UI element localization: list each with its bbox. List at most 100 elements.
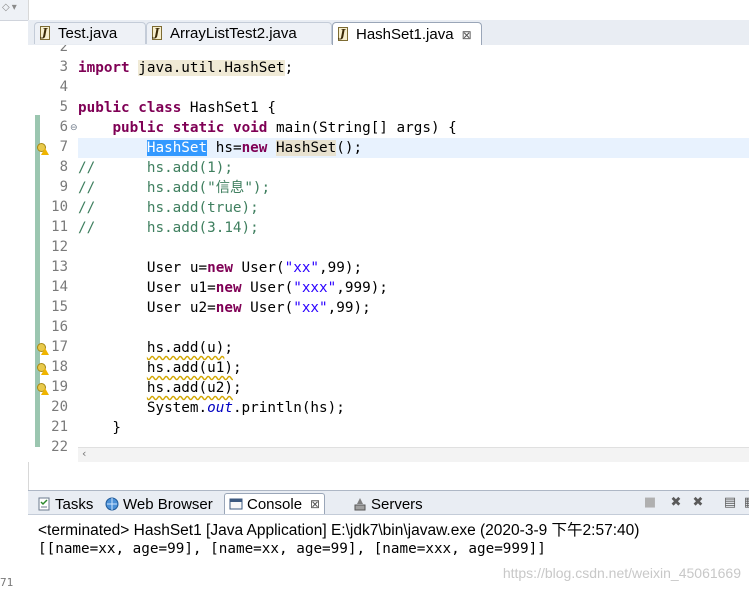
tab-label: Tasks (55, 495, 94, 513)
code-text: ,99); (319, 260, 363, 276)
tab-label: Servers (371, 495, 423, 513)
string-literal: "xx" (293, 300, 328, 316)
tab-servers[interactable]: Servers (348, 493, 428, 514)
line-number: 2 (59, 45, 68, 55)
close-icon[interactable]: ⊠ (462, 28, 472, 42)
tab-hashset1-java[interactable]: J HashSet1.java ⊠ (332, 22, 482, 46)
code-line: hs.add(u2); (78, 378, 749, 398)
fold-collapse-icon[interactable]: ⊖ (70, 123, 78, 133)
line-number: 6 (59, 119, 68, 135)
keyword: new (207, 260, 233, 276)
code-text: ; (284, 60, 294, 76)
code-line: } (78, 420, 122, 436)
console-output[interactable]: [[name=xx, age=99], [name=xx, age=99], [… (28, 539, 749, 589)
left-panel-line-number: 71 (0, 576, 14, 589)
clear-console-icon[interactable]: ▤ (722, 495, 738, 511)
warning-underlined-code: hs.add(u) (146, 340, 225, 356)
scroll-lock-icon[interactable]: ▦ (742, 495, 749, 511)
nav-arrows-icon[interactable]: ◇▾ (2, 2, 19, 13)
tab-label: HashSet1.java (356, 26, 454, 43)
terminate-icon[interactable]: ■ (642, 495, 658, 511)
code-text: ,999); (336, 280, 388, 296)
console-icon (229, 497, 243, 511)
import-package: java.util.HashSet (138, 60, 285, 76)
code-text: main(String[] args) { (267, 120, 457, 136)
warning-underlined-code: hs.add(u1) (146, 360, 233, 376)
tab-test-java[interactable]: J Test.java (34, 22, 146, 44)
comment-line: // hs.add(true); (78, 200, 259, 216)
string-literal: "xxx" (293, 280, 337, 296)
code-line: User u1=new User("xxx",999); (78, 278, 749, 298)
code-text: User( (241, 280, 294, 296)
warning-icon[interactable] (36, 363, 50, 376)
line-number: 20 (51, 399, 68, 415)
code-text: (); (336, 140, 363, 156)
code-text: System. (78, 400, 208, 416)
line-number: 5 (59, 99, 68, 115)
line-number: 14 (51, 279, 68, 295)
warning-icon[interactable] (36, 383, 50, 396)
code-text: hs= (207, 140, 242, 156)
code-line: System.out.println(hs); (78, 398, 749, 418)
line-number: 8 (59, 159, 68, 175)
warning-icon[interactable] (36, 343, 50, 356)
globe-icon (105, 497, 119, 511)
keyword: new (215, 300, 242, 316)
line-number: 7 (59, 139, 68, 155)
code-text: ,99); (327, 300, 371, 316)
tab-tasks[interactable]: Tasks (32, 493, 98, 514)
code-line: hs.add(u); (78, 338, 749, 358)
line-number-gutter: 2 3 4 5 6 ⊖ 7 8 9 10 11 12 13 14 15 16 1… (36, 45, 78, 462)
code-line: User u2=new User("xx",99); (78, 298, 749, 318)
tab-web-browser[interactable]: Web Browser (100, 493, 218, 514)
code-editor[interactable]: 2 3 4 5 6 ⊖ 7 8 9 10 11 12 13 14 15 16 1… (28, 45, 749, 462)
change-ruler (28, 45, 40, 462)
remove-all-launches-icon[interactable]: ✖ (690, 495, 706, 511)
tab-arraylisttest2-java[interactable]: J ArrayListTest2.java (146, 22, 332, 44)
line-number: 12 (51, 239, 68, 255)
java-file-icon: J (337, 26, 351, 43)
code-line-current: HashSet hs=new HashSet(); (78, 138, 749, 158)
line-number: 22 (51, 439, 68, 455)
line-number: 19 (51, 379, 68, 395)
keyword: static (172, 120, 225, 136)
remove-launch-icon[interactable]: ✖ (668, 495, 684, 511)
line-number: 18 (51, 359, 68, 375)
keyword: void (232, 120, 268, 136)
line-number: 9 (59, 179, 68, 195)
code-text: User u2= (78, 300, 216, 316)
scroll-left-icon[interactable]: ‹ (82, 447, 86, 460)
keyword: public (78, 100, 130, 116)
horizontal-scrollbar[interactable]: ‹ (78, 447, 749, 462)
keyword: new (241, 140, 268, 156)
line-number: 17 (51, 339, 68, 355)
servers-icon (353, 497, 367, 511)
tab-label: Console (247, 495, 303, 513)
console-process-label: <terminated> HashSet1 [Java Application]… (38, 522, 640, 539)
code-text: ; (224, 340, 233, 356)
code-area[interactable]: import java.util.HashSet; public class H… (78, 45, 749, 462)
java-file-icon: J (151, 25, 165, 42)
line-number: 3 (59, 59, 68, 75)
comment-line: // hs.add(1); (78, 160, 233, 176)
tab-label: Test.java (58, 25, 118, 42)
line-number: 16 (51, 319, 68, 335)
tab-console[interactable]: Console ⊠ (224, 493, 326, 514)
code-text: HashSet1 { (181, 100, 276, 116)
console-tab-bar: Tasks Web Browser Console ⊠ Servers ■ ✖ … (28, 490, 749, 515)
close-icon[interactable]: ⊠ (310, 497, 320, 511)
line-number: 10 (51, 199, 68, 215)
selected-text[interactable]: HashSet (146, 140, 208, 156)
comment-line: // hs.add("信息"); (78, 180, 271, 196)
warning-icon[interactable] (36, 143, 50, 156)
code-text: User u= (78, 260, 208, 276)
tab-label: ArrayListTest2.java (170, 25, 297, 42)
string-literal: "xx" (284, 260, 320, 276)
code-line: public static void main(String[] args) { (78, 118, 749, 138)
watermark: https://blog.csdn.net/weixin_45061669 (502, 565, 741, 581)
line-number: 21 (51, 419, 68, 435)
console-output-text: [[name=xx, age=99], [name=xx, age=99], [… (38, 541, 546, 557)
